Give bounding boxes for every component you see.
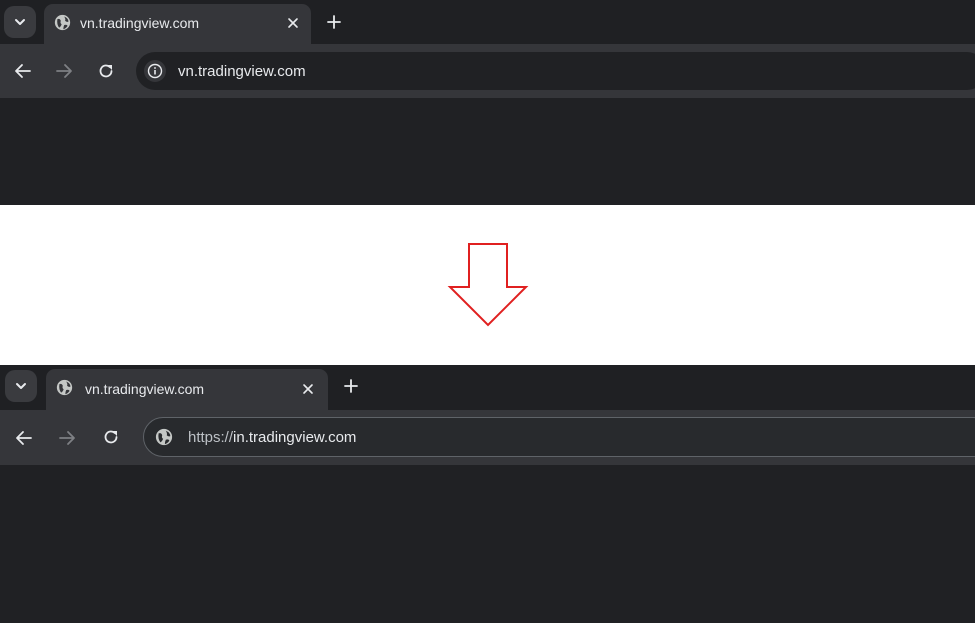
address-scheme: https:// [188,429,234,446]
new-tab-button[interactable] [337,372,365,400]
forward-arrow-icon [59,431,75,445]
forward-button[interactable] [52,423,82,453]
address-text: vn.tradingview.com [178,63,306,80]
browser-tab[interactable]: vn.tradingview.com [44,4,311,45]
tab-search-button[interactable] [4,6,36,38]
new-tab-button[interactable] [320,8,348,36]
page-content [0,465,975,623]
close-icon [303,384,313,394]
toolbar: https://in.tradingview.com [0,410,975,465]
forward-arrow-icon [56,64,72,78]
back-arrow-icon [15,64,31,78]
plus-icon [327,15,341,29]
reload-button[interactable] [91,56,121,86]
address-bar[interactable]: vn.tradingview.com [136,52,975,90]
reload-button[interactable] [96,422,126,452]
address-host: in.tradingview.com [233,429,357,446]
browser-window-after: vn.tradingview.com https://in.tradingvie… [0,365,975,623]
reload-icon [99,64,113,78]
close-tab-button[interactable] [284,14,302,32]
chevron-down-icon [16,383,26,389]
reload-icon [104,430,118,444]
down-arrow-icon [447,243,529,327]
forward-button[interactable] [49,56,79,86]
globe-icon [54,14,71,31]
tab-strip: vn.tradingview.com [0,365,975,411]
plus-icon [344,379,358,393]
address-text: https://in.tradingview.com [188,429,356,446]
info-icon [147,63,163,79]
toolbar: vn.tradingview.com [0,44,975,98]
back-button[interactable] [8,56,38,86]
site-info-button[interactable] [153,426,175,448]
globe-icon [155,428,173,446]
tab-strip: vn.tradingview.com [0,0,975,45]
close-icon [288,18,298,28]
back-arrow-icon [16,431,32,445]
browser-tab[interactable]: vn.tradingview.com [46,369,328,411]
site-info-button[interactable] [144,60,166,82]
close-tab-button[interactable] [299,380,317,398]
tab-title: vn.tradingview.com [80,15,200,31]
address-bar[interactable]: https://in.tradingview.com [143,417,975,457]
chevron-down-icon [15,19,25,25]
page-content [0,98,975,205]
back-button[interactable] [9,423,39,453]
globe-icon [56,379,73,396]
browser-window-before: vn.tradingview.com vn.tradingview.com [0,0,975,205]
tab-search-button[interactable] [5,370,37,402]
tab-title: vn.tradingview.com [85,381,205,397]
